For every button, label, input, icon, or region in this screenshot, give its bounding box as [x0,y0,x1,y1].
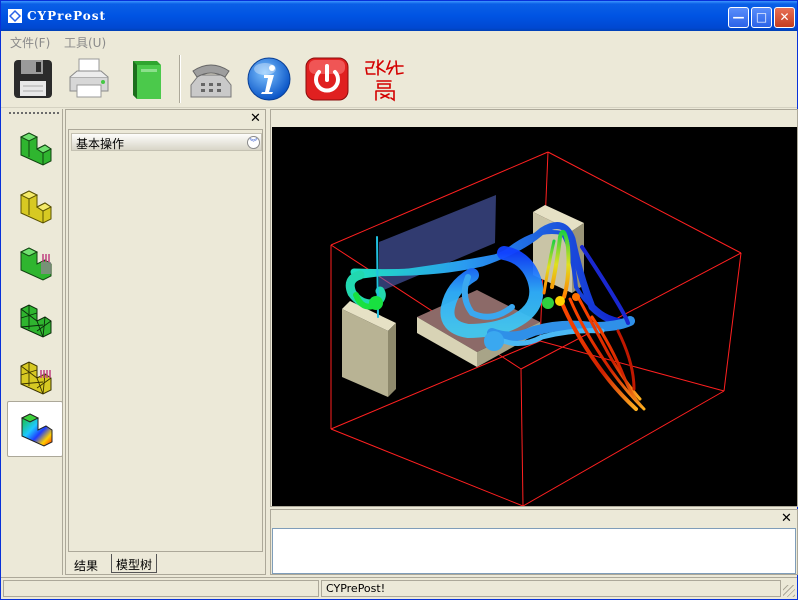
menu-file[interactable]: 文件(F) [10,34,50,51]
status-bar: CYPrePost! [1,577,797,599]
left-block [342,301,396,397]
telephone-icon[interactable] [187,55,235,103]
3d-viewport[interactable] [272,127,797,507]
flow-visualization [330,151,742,507]
chevron-down-icon[interactable]: ︾ [247,136,260,149]
panel-close-button[interactable]: ✕ [250,112,261,126]
app-window: CYPrePost — □ ✕ 文件(F) 工具(U) ✕ 基本操作 ︾ 结果 … [0,0,798,600]
output-panel: ✕ [270,509,798,575]
tab-model-tree[interactable]: 模型树 [111,554,158,573]
app-logo-icon [8,9,22,23]
minimize-button[interactable]: — [728,7,749,28]
menu-tools[interactable]: 工具(U) [64,34,106,51]
viewport-frame [270,109,798,507]
boundary-load-icon [19,247,52,281]
tool-solid-yellow[interactable] [7,179,63,235]
toolbar [1,51,797,108]
close-button[interactable]: ✕ [774,7,795,28]
info-icon[interactable] [245,55,293,103]
output-console[interactable] [272,528,796,574]
panel-content: 基本操作 ︾ [68,129,263,552]
title-bar[interactable]: CYPrePost — □ ✕ [1,1,797,31]
status-message: CYPrePost! [321,580,781,597]
power-icon[interactable] [303,55,351,103]
tool-mesh-load[interactable] [7,350,63,406]
solid-model-icon [19,132,52,166]
left-tool-strip [3,109,63,575]
resize-grip-icon[interactable] [783,585,795,597]
tool-solid-model[interactable] [7,121,63,177]
save-icon[interactable] [9,55,57,103]
mesh-icon [20,304,52,338]
toolbar-separator [179,55,181,103]
toolbar-grip[interactable] [9,112,59,114]
result-contour-icon [20,413,53,447]
tool-result-contour[interactable] [7,401,63,457]
mesh-load-icon [20,361,52,395]
section-title: 基本操作 [76,137,125,151]
solid-yellow-icon [19,190,52,224]
tool-mesh[interactable] [7,293,63,349]
tab-results[interactable]: 结果 [70,554,103,573]
signature-glyphs [365,59,404,102]
author-signature [363,57,407,103]
tool-boundary-load[interactable] [7,236,63,292]
output-close-button[interactable]: ✕ [781,512,792,526]
maximize-button[interactable]: □ [751,7,772,28]
status-cell-left [3,580,319,597]
window-title: CYPrePost [27,9,107,23]
book-icon[interactable] [123,55,171,103]
menu-bar: 文件(F) 工具(U) [1,31,797,51]
operation-panel: ✕ 基本操作 ︾ 结果 模型树 [65,109,266,575]
printer-icon[interactable] [65,55,113,103]
section-header-basic[interactable]: 基本操作 ︾ [71,133,262,151]
